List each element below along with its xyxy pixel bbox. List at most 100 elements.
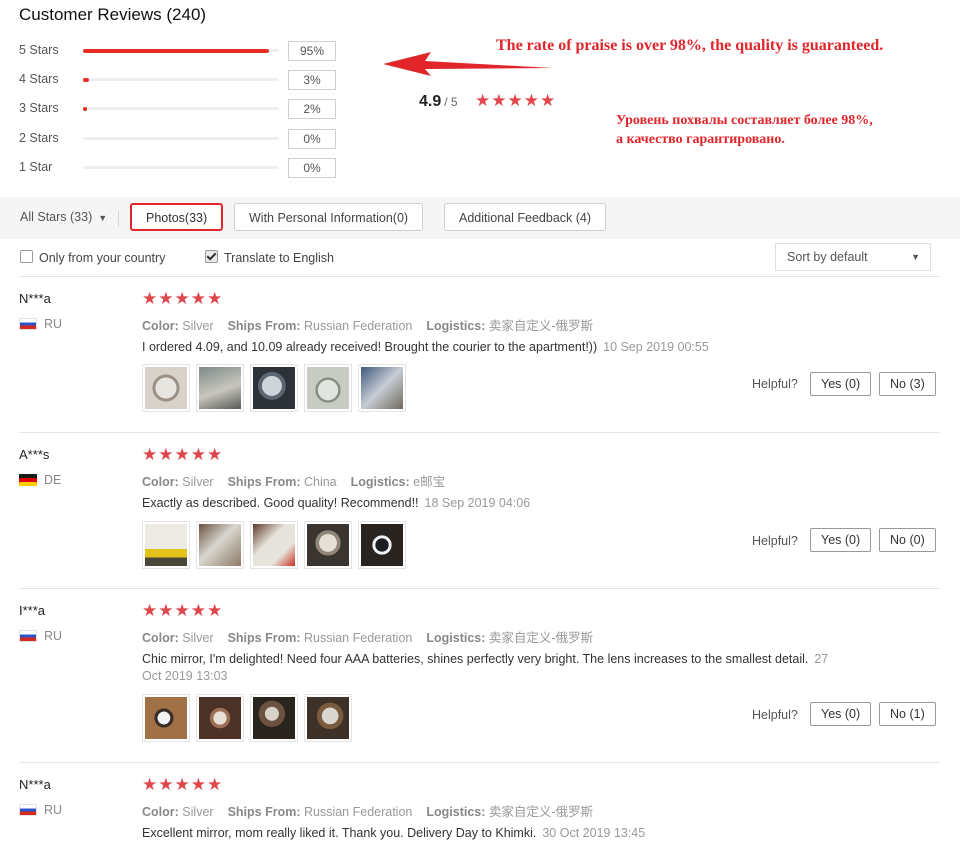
reviewer-name: I***a <box>19 603 46 618</box>
rating-bar-fill <box>83 106 87 111</box>
personal-info-filter-button[interactable]: With Personal Information(0) <box>234 203 424 231</box>
rating-row-4[interactable]: 4 Stars 3% <box>19 70 349 90</box>
review-photo[interactable] <box>250 521 298 569</box>
rating-row-2[interactable]: 2 Stars 0% <box>19 129 349 149</box>
review-meta: Color: Silver Ships From: Russian Federat… <box>142 805 594 819</box>
germany-flag-icon <box>19 474 37 486</box>
review-meta: Color: Silver Ships From: China Logistics:… <box>142 475 446 489</box>
page-title: Customer Reviews (240) <box>19 5 207 24</box>
star-icon: ★ <box>158 289 175 308</box>
helpful-no-button[interactable]: No (3) <box>879 372 936 396</box>
average-rating: 4.9/ 5 <box>419 93 458 111</box>
checkbox-checked-icon[interactable] <box>205 250 218 263</box>
rating-percent: 0% <box>288 158 336 178</box>
review-stars: ★★★★★ <box>142 602 223 619</box>
review-photo[interactable] <box>358 364 406 412</box>
helpful-label: Helpful? <box>752 377 798 391</box>
reviewer-name: N***a <box>19 777 51 792</box>
sort-dropdown[interactable]: Sort by default ▼ <box>775 243 931 271</box>
review-photo[interactable] <box>196 521 244 569</box>
rating-row-5[interactable]: 5 Stars 95% <box>19 41 349 61</box>
reviewer-country: RU <box>19 629 62 643</box>
star-icon: ★ <box>207 601 224 620</box>
checkbox-icon[interactable] <box>20 250 33 263</box>
filter-divider <box>118 211 119 227</box>
star-icon: ★ <box>158 601 175 620</box>
review-photo[interactable] <box>304 694 352 742</box>
review-photo[interactable] <box>304 521 352 569</box>
translate-checkbox[interactable]: Translate to English <box>205 250 334 265</box>
rating-bar-fill <box>83 77 89 82</box>
star-icon: ★ <box>142 775 159 794</box>
star-icon: ★ <box>142 289 159 308</box>
review-meta: Color: Silver Ships From: Russian Federat… <box>142 631 594 645</box>
review-photo[interactable] <box>142 521 190 569</box>
reviewer-country: RU <box>19 317 62 331</box>
review-photo[interactable] <box>142 694 190 742</box>
sort-label: Sort by default <box>787 250 868 264</box>
star-icon: ★ <box>207 289 224 308</box>
helpful-no-button[interactable]: No (0) <box>879 528 936 552</box>
star-icon: ★ <box>142 601 159 620</box>
rating-bar-track <box>83 48 279 53</box>
review-photo[interactable] <box>250 694 298 742</box>
review-stars: ★★★★★ <box>142 446 223 463</box>
rating-bar-track <box>83 166 279 169</box>
reviewer-name: A***s <box>19 447 50 462</box>
reviewer-country: RU <box>19 803 62 817</box>
review-stars: ★★★★★ <box>142 776 223 793</box>
review-photo[interactable] <box>304 364 352 412</box>
rating-bar-track <box>83 77 279 82</box>
all-stars-label: All Stars (33) <box>20 210 93 224</box>
review-photo[interactable] <box>358 521 406 569</box>
review-meta: Color: Silver Ships From: Russian Federat… <box>142 319 594 333</box>
helpful-no-button[interactable]: No (1) <box>879 702 936 726</box>
only-country-label: Only from your country <box>39 251 166 265</box>
reviewer-country: DE <box>19 473 61 487</box>
only-country-checkbox[interactable]: Only from your country <box>20 250 165 265</box>
review-text: Exactly as described. Good quality! Reco… <box>142 496 531 510</box>
photos-filter-button[interactable]: Photos(33) <box>130 203 224 231</box>
review-photo[interactable] <box>196 364 244 412</box>
helpful-label: Helpful? <box>752 534 798 548</box>
all-stars-dropdown[interactable]: All Stars (33) ▼ <box>20 210 107 224</box>
helpful-label: Helpful? <box>752 708 798 722</box>
filter-bar: All Stars (33) ▼ Photos(33) With Personal… <box>0 197 960 239</box>
divider <box>19 432 940 433</box>
helpful-yes-button[interactable]: Yes (0) <box>810 528 872 552</box>
review-photo[interactable] <box>250 364 298 412</box>
reviewer-name: N***a <box>19 291 51 306</box>
review-photo[interactable] <box>142 364 190 412</box>
rating-bar-track <box>83 137 279 140</box>
promo-text-russian-line1: Уровень похвалы составляет более 98%, <box>616 113 873 128</box>
review-photos <box>142 521 406 569</box>
star-icon: ★ <box>174 445 191 464</box>
rating-row-3[interactable]: 3 Stars 2% <box>19 99 349 119</box>
review-photo[interactable] <box>196 694 244 742</box>
review-text: I ordered 4.09, and 10.09 already receiv… <box>142 340 709 354</box>
chevron-down-icon: ▼ <box>98 213 108 223</box>
star-icon: ★ <box>190 289 207 308</box>
rating-label: 3 Stars <box>19 101 59 115</box>
rating-percent: 95% <box>288 41 336 61</box>
divider <box>19 276 940 277</box>
additional-feedback-filter-button[interactable]: Additional Feedback (4) <box>444 203 607 231</box>
rating-percent: 3% <box>288 70 336 90</box>
translate-label: Translate to English <box>224 251 335 265</box>
helpful-yes-button[interactable]: Yes (0) <box>810 372 872 396</box>
star-icon: ★ <box>174 775 191 794</box>
star-icon: ★ <box>540 91 557 110</box>
star-icon: ★ <box>207 445 224 464</box>
star-icon: ★ <box>491 91 508 110</box>
star-icon: ★ <box>190 445 207 464</box>
rating-row-1[interactable]: 1 Star 0% <box>19 158 349 178</box>
promo-text-russian-line2: а качество гарантировано. <box>616 132 785 147</box>
average-score: 4.9 <box>419 93 442 110</box>
rating-bar-track <box>83 106 279 111</box>
russia-flag-icon <box>19 804 37 816</box>
star-icon: ★ <box>507 91 524 110</box>
helpful-yes-button[interactable]: Yes (0) <box>810 702 872 726</box>
review-date: 30 Oct 2019 13:45 <box>542 826 646 840</box>
star-icon: ★ <box>158 445 175 464</box>
rating-percent: 2% <box>288 99 336 119</box>
